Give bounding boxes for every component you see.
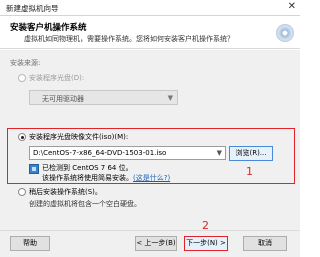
title-bar: 新建虚拟机向导 ✕ [0,0,300,16]
chevron-down-icon: ▼ [167,94,173,102]
close-icon[interactable]: ✕ [288,1,296,13]
wizard-header: 安装客户机操作系统 虚拟机如同物理机，需要操作系统。您将如何安装客户机操作系统？ [0,16,300,49]
page-title: 安装客户机操作系统 [10,23,87,33]
whats-this-link[interactable]: (这是什么?) [133,174,170,182]
wizard-footer: 帮助 < 上一步(B) 下一步(N) > 取消 [0,230,300,257]
chevron-down-icon[interactable]: ▼ [217,149,222,157]
iso-path-value[interactable]: D:\CentOS-7-x86_64-DVD-1503-01.iso [33,149,166,157]
drive-select: 无可用驱动器 ▼ [29,90,178,105]
later-option[interactable]: 稍后安装操作系统(S)。 [18,187,102,197]
install-source-label: 安装来源: [10,59,41,67]
later-option-label[interactable]: 稍后安装操作系统(S)。 [29,187,102,197]
iso-option-label[interactable]: 安装程序光盘映像文件(iso)(M): [29,132,128,142]
back-button[interactable]: < 上一步(B) [135,236,177,251]
drive-option-label: 安装程序光盘(D): [29,74,85,82]
drive-radio [18,74,26,82]
drive-option: 安装程序光盘(D): [18,73,84,83]
annotation-number-1: 1 [246,165,253,178]
next-button[interactable]: 下一步(N) > [184,236,228,251]
drive-select-value: 无可用驱动器 [42,95,84,103]
browse-button[interactable]: 浏览(R)... [229,146,273,161]
iso-path-input[interactable]: D:\CentOS-7-x86_64-DVD-1503-01.iso ▼ [29,146,226,160]
iso-radio[interactable] [18,133,26,141]
easy-install-text: 该操作系统将使用简易安装。(这是什么?) [42,173,170,183]
later-description: 创建的虚拟机将包含一个空白硬盘。 [29,200,141,208]
wizard-body: 安装来源: 安装程序光盘(D): 无可用驱动器 ▼ 安装程序光盘映像文件(iso… [0,50,300,230]
page-subtitle: 虚拟机如同物理机，需要操作系统。您将如何安装客户机操作系统？ [24,35,234,43]
detected-os-text: 已检测到 CentOS 7 64 位。 [42,164,133,172]
disc-icon [276,24,294,42]
info-icon [29,164,39,174]
later-radio[interactable] [18,188,26,196]
easy-install-label: 该操作系统将使用简易安装。 [42,174,133,182]
iso-option[interactable]: 安装程序光盘映像文件(iso)(M): [18,132,128,142]
window-title: 新建虚拟机向导 [6,4,59,13]
cancel-button[interactable]: 取消 [243,236,287,251]
help-button[interactable]: 帮助 [10,236,50,251]
